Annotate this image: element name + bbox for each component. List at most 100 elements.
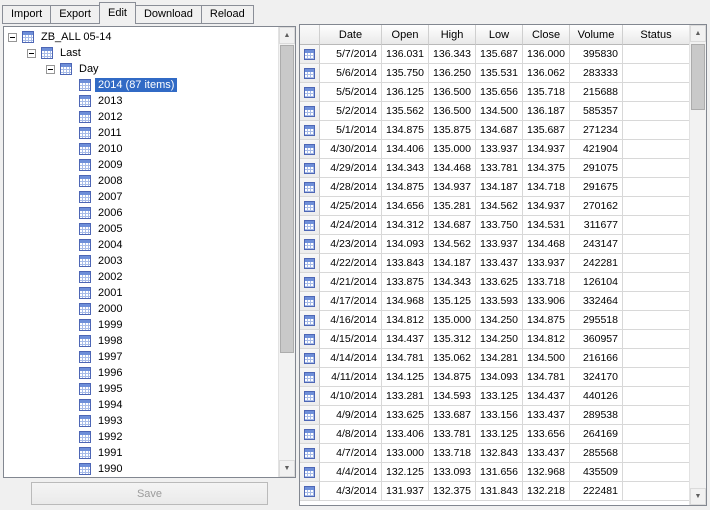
grid-scrollbar[interactable]: ▲ ▼ — [689, 25, 706, 505]
row-header[interactable] — [300, 444, 320, 463]
cell-volume[interactable]: 360957 — [570, 330, 623, 349]
tree-item-label[interactable]: 1992 — [95, 430, 125, 444]
cell-status[interactable] — [623, 254, 689, 273]
cell-volume[interactable]: 271234 — [570, 121, 623, 140]
row-header[interactable] — [300, 463, 320, 482]
cell-open[interactable]: 133.000 — [382, 444, 429, 463]
tree-item-label[interactable]: 2009 — [95, 158, 125, 172]
row-header[interactable] — [300, 292, 320, 311]
cell-status[interactable] — [623, 235, 689, 254]
cell-low[interactable]: 135.531 — [476, 64, 523, 83]
column-header-open[interactable]: Open — [382, 25, 429, 45]
cell-low[interactable]: 134.562 — [476, 197, 523, 216]
cell-volume[interactable]: 440126 — [570, 387, 623, 406]
cell-open[interactable]: 134.312 — [382, 216, 429, 235]
cell-close[interactable]: 136.187 — [523, 102, 570, 121]
cell-open[interactable]: 133.843 — [382, 254, 429, 273]
row-header[interactable] — [300, 273, 320, 292]
cell-status[interactable] — [623, 406, 689, 425]
cell-close[interactable]: 134.781 — [523, 368, 570, 387]
save-button[interactable]: Save — [31, 482, 268, 505]
cell-status[interactable] — [623, 292, 689, 311]
tree-item-label[interactable]: 2012 — [95, 110, 125, 124]
cell-high[interactable]: 133.781 — [429, 425, 476, 444]
cell-close[interactable]: 134.937 — [523, 140, 570, 159]
tree-scrollbar-thumb[interactable] — [280, 45, 294, 353]
tree-item-2010[interactable]: 2010 — [4, 141, 278, 157]
cell-open[interactable]: 134.093 — [382, 235, 429, 254]
cell-high[interactable]: 134.875 — [429, 368, 476, 387]
tree-item-1996[interactable]: 1996 — [4, 365, 278, 381]
cell-volume[interactable]: 216166 — [570, 349, 623, 368]
tree-item-2006[interactable]: 2006 — [4, 205, 278, 221]
cell-volume[interactable]: 311677 — [570, 216, 623, 235]
cell-close[interactable]: 133.718 — [523, 273, 570, 292]
tree-item-label[interactable]: 1993 — [95, 414, 125, 428]
row-header[interactable] — [300, 159, 320, 178]
tree-item-label[interactable]: 2013 — [95, 94, 125, 108]
tree-item-2013[interactable]: 2013 — [4, 93, 278, 109]
row-header[interactable] — [300, 216, 320, 235]
cell-high[interactable]: 134.468 — [429, 159, 476, 178]
scroll-up-icon[interactable]: ▲ — [279, 27, 295, 44]
scroll-up-icon[interactable]: ▲ — [690, 25, 706, 42]
tree-item-2009[interactable]: 2009 — [4, 157, 278, 173]
scroll-down-icon[interactable]: ▼ — [690, 488, 706, 505]
tree-item-2003[interactable]: 2003 — [4, 253, 278, 269]
tree-item-label[interactable]: 2003 — [95, 254, 125, 268]
cell-close[interactable]: 134.500 — [523, 349, 570, 368]
tree-item-label[interactable]: Last — [57, 46, 84, 60]
cell-high[interactable]: 133.687 — [429, 406, 476, 425]
cell-high[interactable]: 134.187 — [429, 254, 476, 273]
cell-date[interactable]: 4/17/2014 — [320, 292, 382, 311]
cell-volume[interactable]: 264169 — [570, 425, 623, 444]
tree-item-label[interactable]: 1990 — [95, 462, 125, 476]
cell-status[interactable] — [623, 178, 689, 197]
cell-open[interactable]: 133.625 — [382, 406, 429, 425]
column-header-status[interactable]: Status — [623, 25, 689, 45]
cell-open[interactable]: 133.875 — [382, 273, 429, 292]
tree-item-label[interactable]: 2002 — [95, 270, 125, 284]
cell-close[interactable]: 132.218 — [523, 482, 570, 501]
cell-status[interactable] — [623, 102, 689, 121]
cell-open[interactable]: 135.562 — [382, 102, 429, 121]
cell-date[interactable]: 4/23/2014 — [320, 235, 382, 254]
cell-volume[interactable]: 126104 — [570, 273, 623, 292]
cell-low[interactable]: 134.250 — [476, 330, 523, 349]
cell-low[interactable]: 134.250 — [476, 311, 523, 330]
cell-high[interactable]: 133.718 — [429, 444, 476, 463]
cell-open[interactable]: 134.343 — [382, 159, 429, 178]
tree-item-label[interactable]: 1997 — [95, 350, 125, 364]
row-header[interactable] — [300, 140, 320, 159]
tree-item-label[interactable]: 1995 — [95, 382, 125, 396]
cell-close[interactable]: 133.437 — [523, 444, 570, 463]
cell-open[interactable]: 132.125 — [382, 463, 429, 482]
cell-open[interactable]: 134.875 — [382, 178, 429, 197]
tree-view[interactable]: ZB_ALL 05-14 Last Day 2014 (87 items) 2013 20… — [4, 27, 278, 477]
cell-low[interactable]: 133.937 — [476, 235, 523, 254]
cell-volume[interactable]: 222481 — [570, 482, 623, 501]
cell-status[interactable] — [623, 140, 689, 159]
row-header[interactable] — [300, 349, 320, 368]
cell-close[interactable]: 134.437 — [523, 387, 570, 406]
cell-volume[interactable]: 291075 — [570, 159, 623, 178]
cell-volume[interactable]: 283333 — [570, 64, 623, 83]
tree-item-label[interactable]: 1999 — [95, 318, 125, 332]
tree-item-2000[interactable]: 2000 — [4, 301, 278, 317]
collapse-toggle-icon[interactable] — [46, 64, 55, 74]
row-header[interactable] — [300, 368, 320, 387]
cell-open[interactable]: 134.875 — [382, 121, 429, 140]
row-header[interactable] — [300, 235, 320, 254]
tree-item-2011[interactable]: 2011 — [4, 125, 278, 141]
cell-volume[interactable]: 285568 — [570, 444, 623, 463]
cell-close[interactable]: 134.937 — [523, 197, 570, 216]
cell-date[interactable]: 4/16/2014 — [320, 311, 382, 330]
cell-date[interactable]: 5/1/2014 — [320, 121, 382, 140]
cell-open[interactable]: 134.125 — [382, 368, 429, 387]
cell-open[interactable]: 134.812 — [382, 311, 429, 330]
cell-date[interactable]: 5/6/2014 — [320, 64, 382, 83]
cell-status[interactable] — [623, 425, 689, 444]
cell-date[interactable]: 4/29/2014 — [320, 159, 382, 178]
cell-low[interactable]: 134.281 — [476, 349, 523, 368]
cell-close[interactable]: 135.687 — [523, 121, 570, 140]
